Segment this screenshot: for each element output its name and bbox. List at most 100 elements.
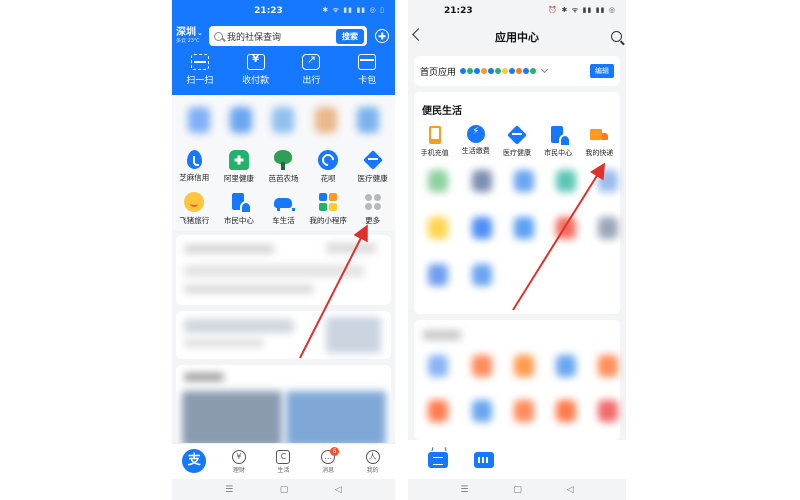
blurred-tile bbox=[230, 107, 253, 133]
car-life-icon bbox=[273, 192, 296, 212]
bottom-app-row bbox=[408, 440, 626, 480]
blurred-section bbox=[414, 320, 620, 440]
quick-actions: 扫一扫 收付款 出行 卡包 bbox=[172, 53, 395, 86]
app-label: 生活缴费 bbox=[461, 147, 490, 155]
app-car-life[interactable]: 车生活 bbox=[261, 189, 305, 231]
section-convenience-life: 便民生活 手机充值 生活缴费 医疗健康 bbox=[414, 92, 620, 314]
home-icon[interactable]: ▢ bbox=[280, 485, 289, 495]
app-label: 我的快递 bbox=[585, 149, 614, 157]
status-time: 21:23 bbox=[444, 6, 473, 16]
quick-action-label: 收付款 bbox=[242, 76, 270, 86]
back-icon[interactable]: ◁ bbox=[567, 485, 574, 495]
quick-action-pay[interactable]: 收付款 bbox=[231, 54, 281, 86]
quick-action-travel[interactable]: 出行 bbox=[286, 53, 336, 86]
page-title: 应用中心 bbox=[495, 31, 539, 44]
blurred-tile bbox=[188, 107, 211, 133]
app-label: 芭芭农场 bbox=[268, 174, 299, 183]
tab-label: 我的 bbox=[366, 466, 379, 474]
chevron-down-icon[interactable] bbox=[540, 65, 549, 74]
quick-action-scan[interactable]: 扫一扫 bbox=[175, 54, 225, 86]
app-grid: 芝麻信用 阿里健康 芭芭农场 花呗 医疗健康 飞猪旅行 市民中心 车生活 我的小… bbox=[172, 145, 395, 231]
medical-health-icon bbox=[507, 125, 527, 145]
alipay-home-screen: 21:23 ✱ ᯤ ▮▮ ▮▮ ◎ ▯ 深圳 ⌄ 多云 23℃ 我的社保查询 搜索 bbox=[172, 0, 395, 500]
app-label: 手机充值 bbox=[420, 149, 449, 157]
more-icon bbox=[363, 192, 383, 212]
app-label: 飞猪旅行 bbox=[179, 216, 210, 225]
app-label: 市民中心 bbox=[544, 149, 573, 157]
payment-icon bbox=[246, 54, 265, 70]
tab-messages[interactable]: … 6 消息 bbox=[310, 446, 346, 474]
search-input[interactable]: 我的社保查询 搜索 bbox=[209, 26, 367, 46]
app-label: 芝麻信用 bbox=[179, 173, 210, 182]
app-medical-health[interactable]: 医疗健康 bbox=[497, 122, 537, 162]
section-title: 便民生活 bbox=[422, 106, 462, 117]
weather-text: 多云 23℃ bbox=[176, 38, 200, 44]
phone-recharge-icon bbox=[425, 125, 445, 145]
city-name: 深圳 bbox=[176, 27, 196, 38]
search-button[interactable]: 搜索 bbox=[336, 28, 364, 44]
alipay-home-icon: 支 bbox=[182, 449, 207, 473]
farm-tree-icon bbox=[273, 150, 293, 170]
status-icons: ⏰ ✱ ᯤ ▮▮ ▮▮ ◎ bbox=[548, 6, 616, 14]
menu-icon[interactable]: ☰ bbox=[225, 485, 233, 495]
app-row: 手机充值 生活缴费 医疗健康 市民中心 bbox=[414, 122, 620, 162]
chevron-down-icon: ⌄ bbox=[197, 28, 203, 37]
app-label: 我的小程序 bbox=[309, 216, 347, 225]
blurred-tile bbox=[272, 107, 295, 133]
app-more[interactable]: 更多 bbox=[351, 189, 395, 231]
app-fliggy[interactable]: 飞猪旅行 bbox=[172, 189, 216, 231]
audio-book-icon[interactable] bbox=[474, 452, 494, 468]
blurred-card bbox=[176, 311, 391, 359]
home-icon[interactable]: ▢ bbox=[513, 485, 522, 495]
add-icon[interactable] bbox=[375, 29, 389, 43]
screenshot-stage: 21:23 ✱ ᯤ ▮▮ ▮▮ ◎ ▯ 深圳 ⌄ 多云 23℃ 我的社保查询 搜索 bbox=[0, 0, 800, 500]
home-header: 21:23 ✱ ᯤ ▮▮ ▮▮ ◎ ▯ 深圳 ⌄ 多云 23℃ 我的社保查询 搜索 bbox=[172, 0, 395, 95]
sesame-credit-icon bbox=[186, 150, 202, 169]
app-sesame-credit[interactable]: 芝麻信用 bbox=[172, 147, 216, 189]
ali-health-icon bbox=[228, 150, 249, 170]
travel-icon bbox=[302, 53, 321, 70]
back-icon[interactable] bbox=[412, 28, 425, 41]
system-nav-bar: ☰ ▢ ◁ bbox=[408, 479, 626, 500]
tab-home[interactable]: 支 bbox=[176, 449, 212, 474]
app-medical-health[interactable]: 医疗健康 bbox=[351, 147, 395, 189]
tab-label: 生活 bbox=[277, 466, 290, 474]
app-mini-programs[interactable]: 我的小程序 bbox=[306, 189, 350, 231]
app-farm[interactable]: 芭芭农场 bbox=[261, 147, 305, 189]
tab-life[interactable]: C 生活 bbox=[265, 449, 301, 474]
app-huabei[interactable]: 花呗 bbox=[306, 147, 350, 189]
app-label: 更多 bbox=[365, 216, 381, 225]
app-ali-health[interactable]: 阿里健康 bbox=[217, 147, 261, 189]
system-nav-bar: ☰ ▢ ◁ bbox=[172, 479, 395, 500]
app-label: 花呗 bbox=[320, 174, 336, 183]
menu-icon[interactable]: ☰ bbox=[460, 485, 468, 495]
status-bar: 21:23 ✱ ᯤ ▮▮ ▮▮ ◎ ▯ bbox=[172, 0, 395, 22]
tab-label: 理财 bbox=[232, 466, 245, 474]
home-apps-bar: 首页应用 编辑 bbox=[414, 56, 620, 86]
edit-button[interactable]: 编辑 bbox=[590, 64, 614, 78]
delivery-truck-icon bbox=[589, 125, 609, 145]
tab-wealth[interactable]: ¥ 理财 bbox=[221, 449, 257, 474]
app-row: 飞猪旅行 市民中心 车生活 我的小程序 更多 bbox=[172, 189, 395, 231]
annotation-arrows bbox=[299, 162, 606, 359]
back-icon[interactable]: ◁ bbox=[335, 485, 342, 495]
wealth-icon: ¥ bbox=[231, 449, 246, 464]
search-icon[interactable] bbox=[611, 31, 622, 42]
quick-action-label: 卡包 bbox=[358, 76, 377, 86]
card-wallet-icon bbox=[358, 54, 377, 70]
quick-action-card-wallet[interactable]: 卡包 bbox=[342, 54, 392, 86]
app-my-delivery[interactable]: 我的快递 bbox=[579, 122, 619, 162]
app-label: 医疗健康 bbox=[357, 174, 388, 183]
app-utility-payment[interactable]: 生活缴费 bbox=[456, 122, 496, 162]
fliggy-icon bbox=[184, 192, 205, 212]
app-citizen-center[interactable]: 市民中心 bbox=[217, 189, 261, 231]
app-center-screen: 21:23 ⏰ ✱ ᯤ ▮▮ ▮▮ ◎ 应用中心 首页应用 编辑 便民生活 手机… bbox=[408, 0, 626, 500]
app-citizen-center[interactable]: 市民中心 bbox=[538, 122, 578, 162]
medical-health-icon bbox=[363, 150, 383, 170]
tab-profile[interactable]: 人 我的 bbox=[355, 449, 391, 474]
location-selector[interactable]: 深圳 ⌄ 多云 23℃ bbox=[176, 28, 206, 44]
huabei-icon bbox=[318, 150, 339, 170]
app-phone-recharge[interactable]: 手机充值 bbox=[415, 122, 455, 162]
page-header: 应用中心 bbox=[408, 22, 626, 52]
tv-icon[interactable] bbox=[428, 452, 448, 468]
